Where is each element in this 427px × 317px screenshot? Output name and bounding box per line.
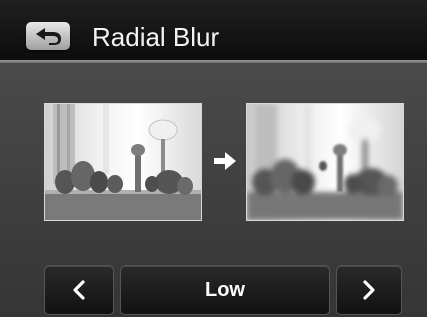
- back-button[interactable]: [26, 22, 70, 50]
- page-title: Radial Blur: [92, 22, 220, 52]
- title-divider: [0, 60, 427, 63]
- chevron-right-icon: [362, 280, 376, 300]
- chevron-left-icon: [72, 280, 86, 300]
- blur-level-value[interactable]: Low: [120, 265, 330, 315]
- result-preview-image: [246, 103, 404, 221]
- right-arrow-icon: [212, 150, 238, 172]
- original-preview-image: [44, 103, 202, 221]
- title-bar: Radial Blur: [0, 0, 427, 60]
- return-arrow-icon: [33, 26, 63, 46]
- camera-screen: Radial Blur Low: [0, 0, 427, 317]
- next-option-button[interactable]: [336, 265, 402, 315]
- previous-option-button[interactable]: [44, 265, 114, 315]
